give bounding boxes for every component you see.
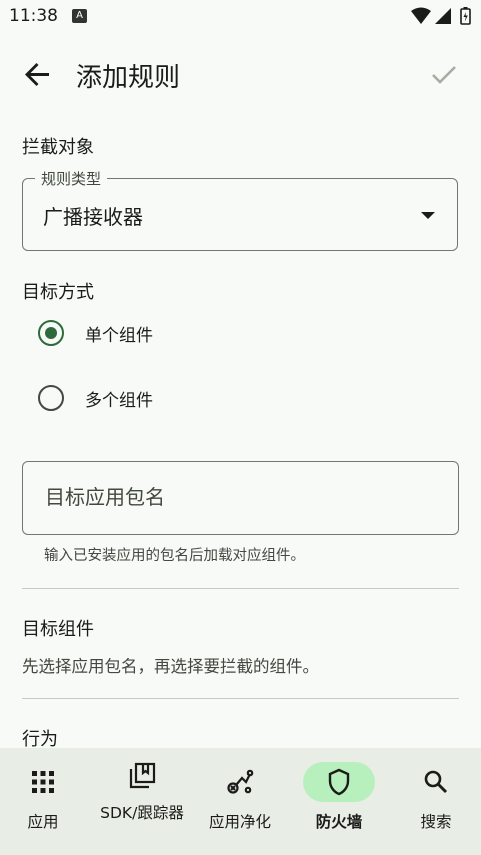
app-bar: 添加规则 [0, 42, 481, 110]
status-bar: 11:38 A [0, 0, 481, 34]
signal-icon [435, 8, 451, 24]
nav-label-search: 搜索 [420, 813, 452, 831]
search-icon [424, 770, 448, 794]
notification-icon: A [72, 9, 87, 23]
check-icon [432, 66, 456, 84]
nav-label-apps: 应用 [27, 813, 59, 831]
arrow-back-icon [25, 63, 49, 86]
target-component-hint: 先选择应用包名，再选择要拦截的组件。 [22, 657, 319, 676]
radio-single-component[interactable]: 单个组件 [38, 317, 153, 349]
shield-icon [328, 768, 350, 796]
status-icons [411, 7, 471, 25]
nav-label-sdk-trackers: SDK/跟踪器 [100, 804, 184, 822]
back-button[interactable] [20, 56, 56, 92]
rule-type-dropdown[interactable]: 规则类型 广播接收器 [22, 168, 458, 251]
active-indicator [303, 762, 375, 802]
library-books-icon [129, 762, 156, 789]
bottom-navigation: 应用 SDK/跟踪器 应用净化 防火墙 搜索 [0, 748, 481, 855]
package-name-field[interactable] [22, 461, 459, 535]
apps-grid-icon [32, 771, 54, 793]
radio-multiple-components[interactable]: 多个组件 [38, 382, 153, 414]
intercept-target-label: 拦截对象 [22, 137, 94, 158]
nav-label-cleanup: 应用净化 [208, 813, 271, 831]
nav-label-firewall: 防火墙 [315, 813, 363, 831]
radio-multiple-label: 多个组件 [85, 390, 153, 411]
rule-type-legend: 规则类型 [35, 168, 108, 189]
target-method-label: 目标方式 [22, 282, 94, 303]
dropdown-arrow-icon [421, 212, 435, 219]
save-button[interactable] [428, 58, 460, 90]
nav-item-cleanup[interactable]: 应用净化 [192, 748, 288, 855]
radio-single-label: 单个组件 [85, 325, 153, 346]
target-component-label: 目标组件 [22, 619, 94, 640]
radio-selected-icon [38, 320, 64, 346]
package-name-input[interactable] [43, 484, 437, 510]
divider [22, 588, 459, 589]
status-time: 11:38 [9, 6, 58, 26]
nav-item-apps[interactable]: 应用 [0, 748, 91, 855]
page-title: 添加规则 [76, 63, 181, 93]
radio-unselected-icon [38, 385, 64, 411]
rule-type-value: 广播接收器 [43, 205, 143, 229]
nav-item-search[interactable]: 搜索 [388, 748, 481, 855]
package-helper-text: 输入已安装应用的包名后加载对应组件。 [44, 548, 305, 564]
nav-item-sdk-trackers[interactable]: SDK/跟踪器 [94, 748, 190, 855]
divider [22, 698, 459, 699]
wifi-icon [411, 7, 431, 24]
nav-item-firewall[interactable]: 防火墙 [291, 748, 387, 855]
cleanup-icon [227, 769, 254, 794]
